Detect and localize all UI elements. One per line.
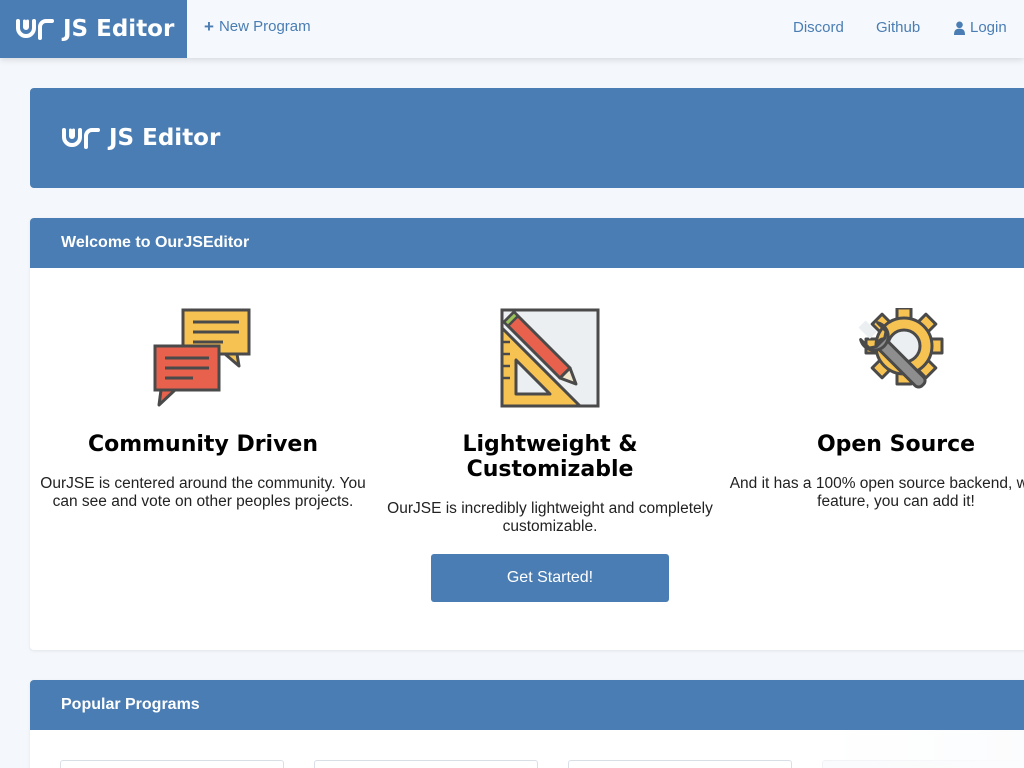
- top-navbar: JS Editor + New Program Discord Github L…: [0, 0, 1024, 58]
- pencil-ruler-icon: [500, 308, 600, 408]
- feature-description: OurJSE is incredibly lightweight and com…: [387, 500, 713, 535]
- feature-description: OurJSE is centered around the community.…: [40, 475, 366, 510]
- chat-bubbles-icon: [153, 308, 251, 407]
- github-label: Github: [876, 19, 921, 36]
- discord-label: Discord: [793, 19, 844, 36]
- our-logo-icon: [16, 19, 54, 40]
- feature-lightweight: Lightweight & Customizable OurJSE is inc…: [380, 308, 720, 536]
- discord-link[interactable]: Discord: [793, 19, 844, 36]
- feature-title: Open Source: [816, 432, 976, 457]
- feature-title: Lightweight & Customizable: [462, 432, 638, 482]
- feature-open-source: Open Source And it has a 100% open sourc…: [726, 308, 1024, 511]
- feature-description: And it has a 100% open source backend, w…: [729, 475, 1024, 510]
- hero-banner: JS Editor: [30, 88, 1024, 188]
- program-card[interactable]: [314, 760, 538, 768]
- welcome-card: Welcome to OurJSEditor Community Driven …: [30, 218, 1024, 650]
- program-card[interactable]: [568, 760, 792, 768]
- new-program-link[interactable]: + New Program: [204, 18, 311, 35]
- new-program-label: New Program: [218, 18, 311, 35]
- brand-text: JS Editor: [63, 16, 175, 42]
- popular-programs-card: Popular Programs: [30, 680, 1024, 768]
- hero-title: JS Editor: [109, 125, 221, 151]
- user-icon: [954, 21, 965, 35]
- login-label: Login: [970, 19, 1007, 36]
- feature-title: Community Driven: [87, 432, 319, 457]
- plus-icon: +: [204, 17, 214, 36]
- popular-programs-header: Popular Programs: [30, 680, 1024, 730]
- wrench-gear-icon: [858, 308, 944, 389]
- brand-logo-link[interactable]: JS Editor: [0, 0, 187, 58]
- our-logo-icon: [62, 128, 100, 149]
- program-card[interactable]: [60, 760, 284, 768]
- login-link[interactable]: Login: [954, 19, 1007, 36]
- github-link[interactable]: Github: [876, 19, 920, 36]
- get-started-button[interactable]: Get Started!: [431, 554, 669, 602]
- welcome-header: Welcome to OurJSEditor: [30, 218, 1024, 268]
- feature-community: Community Driven OurJSE is centered arou…: [33, 308, 373, 511]
- carousel-fade-overlay: [820, 730, 1024, 768]
